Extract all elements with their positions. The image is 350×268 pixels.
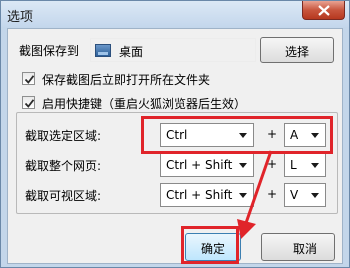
annotation-arrow-icon [237,150,273,239]
options-dialog: 选项 截图保存到 桌面 选择 保存截图后立即打开所在文件夹 启用快捷键（重启火狐… [0,0,350,268]
